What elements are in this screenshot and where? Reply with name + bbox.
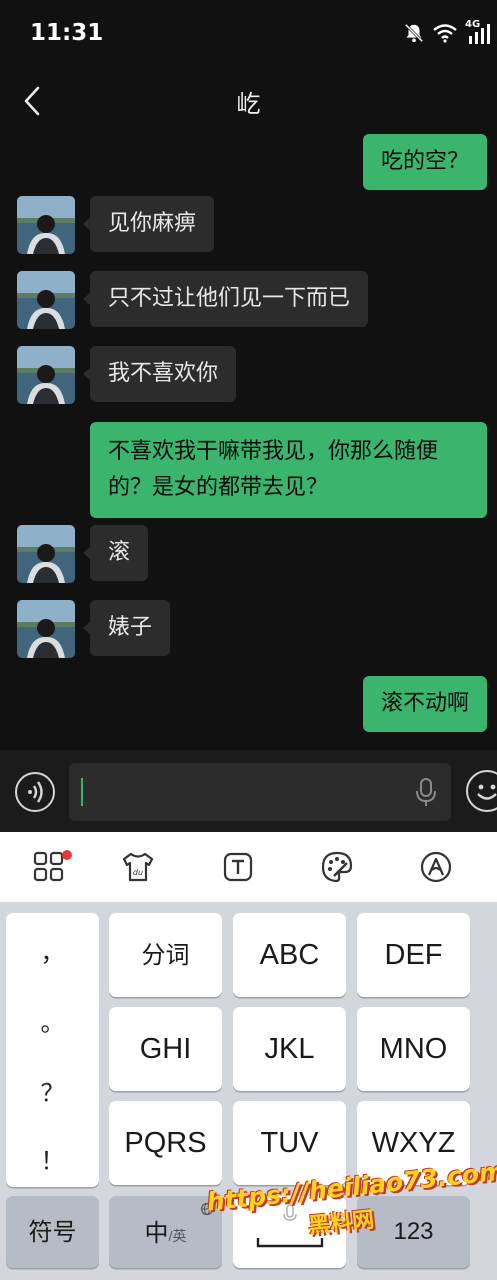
key-def[interactable]: DEF <box>357 913 470 997</box>
key-pqrs[interactable]: PQRS <box>109 1101 222 1185</box>
key-mno[interactable]: MNO <box>357 1007 470 1091</box>
keyboard: ， 。 ？ ！ 分词 ABC DEF GHI JKL MNO PQRS TUV … <box>0 902 497 1280</box>
avatar-photo <box>17 271 75 329</box>
message-input[interactable] <box>69 763 451 821</box>
avatar[interactable] <box>17 346 75 404</box>
avatar[interactable] <box>17 196 75 254</box>
key-language-switch[interactable]: 中/英 <box>109 1196 222 1268</box>
notification-dot <box>62 850 72 860</box>
punct-key[interactable]: ， <box>6 933 99 968</box>
input-bar <box>0 750 497 832</box>
status-icons: 4G <box>403 19 493 44</box>
chat-header: 屹 <box>0 70 497 130</box>
message-bubble-outgoing[interactable]: 滚不动啊 <box>362 676 487 732</box>
text-caret <box>81 778 83 806</box>
message-bubble-incoming[interactable]: 滚 <box>82 525 149 581</box>
key-ghi[interactable]: GHI <box>109 1007 222 1091</box>
bell-off-icon <box>404 23 424 43</box>
avatar-photo <box>17 346 75 404</box>
punctuation-column[interactable]: ， 。 ？ ！ <box>6 913 99 1187</box>
status-bar: 11:31 4G <box>0 0 497 64</box>
message-bubble-outgoing[interactable]: 吃的空？ <box>362 134 487 190</box>
chat-title: 屹 <box>236 90 261 118</box>
text-format-icon[interactable] <box>221 850 255 884</box>
lang-main-label: 中 <box>144 1219 169 1247</box>
skin-shirt-icon[interactable]: du <box>121 850 155 884</box>
message-bubble-incoming[interactable]: 婊子 <box>82 600 171 656</box>
voice-wave-icon <box>28 781 43 803</box>
microphone-icon[interactable] <box>415 777 437 807</box>
wifi-icon <box>433 24 457 43</box>
svg-text:du: du <box>133 868 143 877</box>
key-jkl[interactable]: JKL <box>233 1007 346 1091</box>
avatar-photo <box>17 196 75 254</box>
lang-sub-label: /英 <box>168 1228 187 1244</box>
key-tuv[interactable]: TUV <box>233 1101 346 1185</box>
key-symbols[interactable]: 符号 <box>6 1196 99 1268</box>
avatar[interactable] <box>17 271 75 329</box>
message-line: 的？是女的都带去见？ <box>108 475 329 500</box>
avatar-photo <box>17 600 75 658</box>
keyboard-toolbar: du <box>0 832 497 902</box>
watermark-name: 黑料网 <box>307 1207 376 1240</box>
key-abc[interactable]: ABC <box>233 913 346 997</box>
punct-key[interactable]: ？ <box>6 1073 99 1108</box>
avatar-photo <box>17 525 75 583</box>
message-bubble-outgoing[interactable]: 不喜欢我干嘛带我见，你那么随便 的？是女的都带去见？ <box>90 422 487 518</box>
status-time: 11:31 <box>30 20 104 46</box>
smiley-icon <box>477 784 497 800</box>
message-bubble-incoming[interactable]: 见你麻痹 <box>82 196 215 252</box>
emoji-button[interactable] <box>466 770 497 812</box>
handwriting-icon[interactable] <box>419 850 453 884</box>
apps-grid-icon[interactable] <box>32 850 66 884</box>
message-bubble-incoming[interactable]: 我不喜欢你 <box>82 346 237 402</box>
message-bubble-incoming[interactable]: 只不过让他们见一下而已 <box>82 271 369 327</box>
message-line: 不喜欢我干嘛带我见，你那么随便 <box>108 439 439 464</box>
palette-icon[interactable] <box>320 850 354 884</box>
signal-4g-icon: 4G <box>465 19 493 44</box>
punct-key[interactable]: ！ <box>6 1141 99 1176</box>
avatar[interactable] <box>17 525 75 583</box>
punct-key[interactable]: 。 <box>6 1003 99 1038</box>
voice-toggle-button[interactable] <box>15 772 55 812</box>
avatar[interactable] <box>17 600 75 658</box>
message-list[interactable]: 吃的空？ 见你麻痹 只不过让他们见一下而已 我不喜欢你 不喜欢我干嘛带我见，你那… <box>0 130 497 750</box>
key-word-split[interactable]: 分词 <box>109 913 222 997</box>
